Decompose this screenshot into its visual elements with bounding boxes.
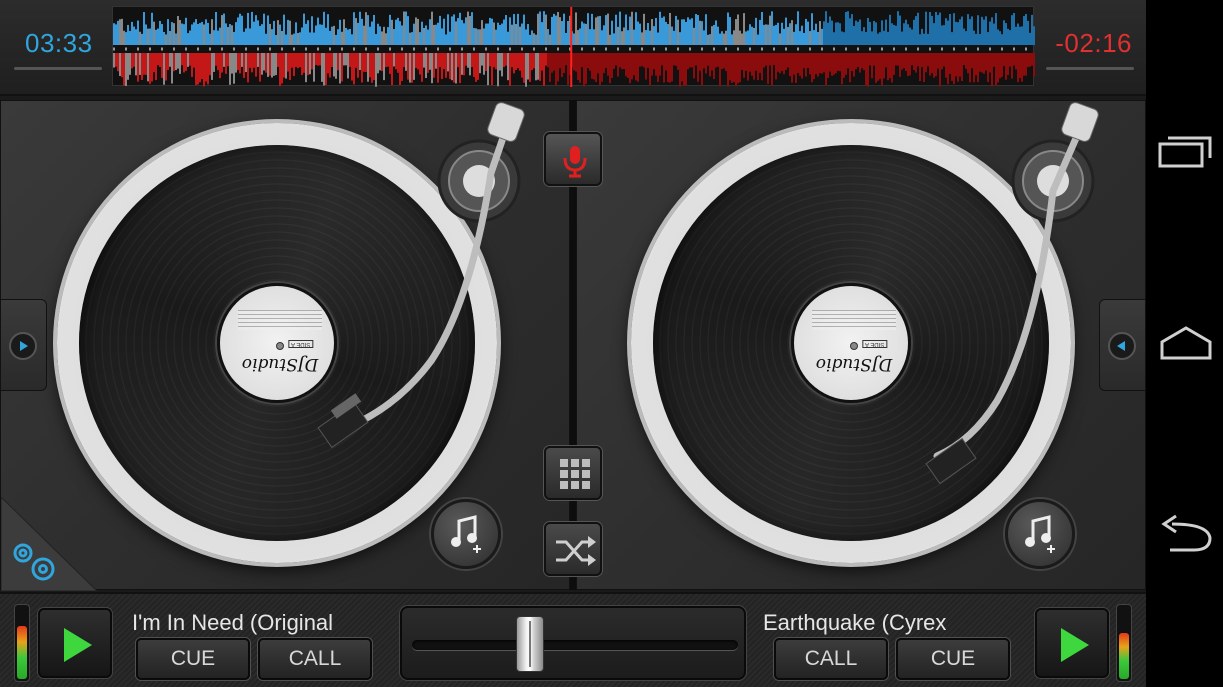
play-button-a[interactable] [38, 608, 112, 678]
call-button-b[interactable]: CALL [774, 638, 888, 680]
crossfader[interactable] [400, 606, 746, 680]
deck-a: SIDE A DJStudio [0, 100, 570, 591]
music-note-plus-icon [451, 515, 481, 553]
grid-icon [560, 459, 590, 489]
load-track-button-a[interactable] [1, 299, 47, 391]
remaining-time: -02:16 [1055, 28, 1132, 58]
microphone-icon [563, 146, 587, 178]
arrow-icon [1108, 332, 1136, 360]
recents-button[interactable] [1146, 112, 1223, 192]
back-button[interactable] [1146, 494, 1223, 574]
track-title-b: Earthquake (Cyrex [763, 610, 947, 635]
play-icon [1061, 628, 1089, 662]
crossfader-knob[interactable] [516, 616, 545, 672]
arrow-icon [9, 332, 37, 360]
waveform-graphic [113, 7, 1035, 87]
microphone-button[interactable] [544, 132, 602, 186]
system-nav-bar [1146, 0, 1223, 687]
cue-button-b[interactable]: CUE [896, 638, 1010, 680]
deck-b: SIDE A DJStudio [576, 100, 1146, 590]
vu-meter-b [1116, 604, 1132, 682]
waveform-bar: 03:33 -02:16 [0, 0, 1146, 96]
add-music-button-b[interactable] [1005, 499, 1075, 569]
transport-bar: I'm In Need (Original CUE CALL Earthquak… [0, 592, 1146, 687]
elapsed-time-underline [14, 67, 102, 70]
remaining-time-underline [1046, 67, 1134, 70]
call-button-a[interactable]: CALL [258, 638, 372, 680]
home-button[interactable] [1146, 304, 1223, 384]
waveform-display[interactable] [112, 6, 1035, 87]
track-title-a: I'm In Need (Original [132, 610, 334, 635]
load-track-button-b[interactable] [1099, 299, 1145, 391]
dj-app: 03:33 -02:16 SIDE A DJStudio SIDE A DJSt… [0, 0, 1146, 687]
elapsed-time: 03:33 [25, 28, 93, 58]
crossfader-track [412, 640, 738, 650]
play-button-b[interactable] [1035, 608, 1109, 678]
shuffle-icon [556, 536, 596, 566]
music-note-plus-icon [1025, 515, 1055, 553]
shuffle-button[interactable] [544, 522, 602, 576]
cue-button-a[interactable]: CUE [136, 638, 250, 680]
back-icon [1161, 514, 1212, 552]
home-icon [1160, 326, 1212, 360]
settings-button[interactable] [1, 497, 97, 591]
sampler-grid-button[interactable] [544, 446, 602, 500]
play-icon [64, 628, 92, 662]
add-music-button-a[interactable] [431, 499, 501, 569]
vu-meter-a [14, 604, 30, 682]
recents-icon [1158, 136, 1212, 168]
